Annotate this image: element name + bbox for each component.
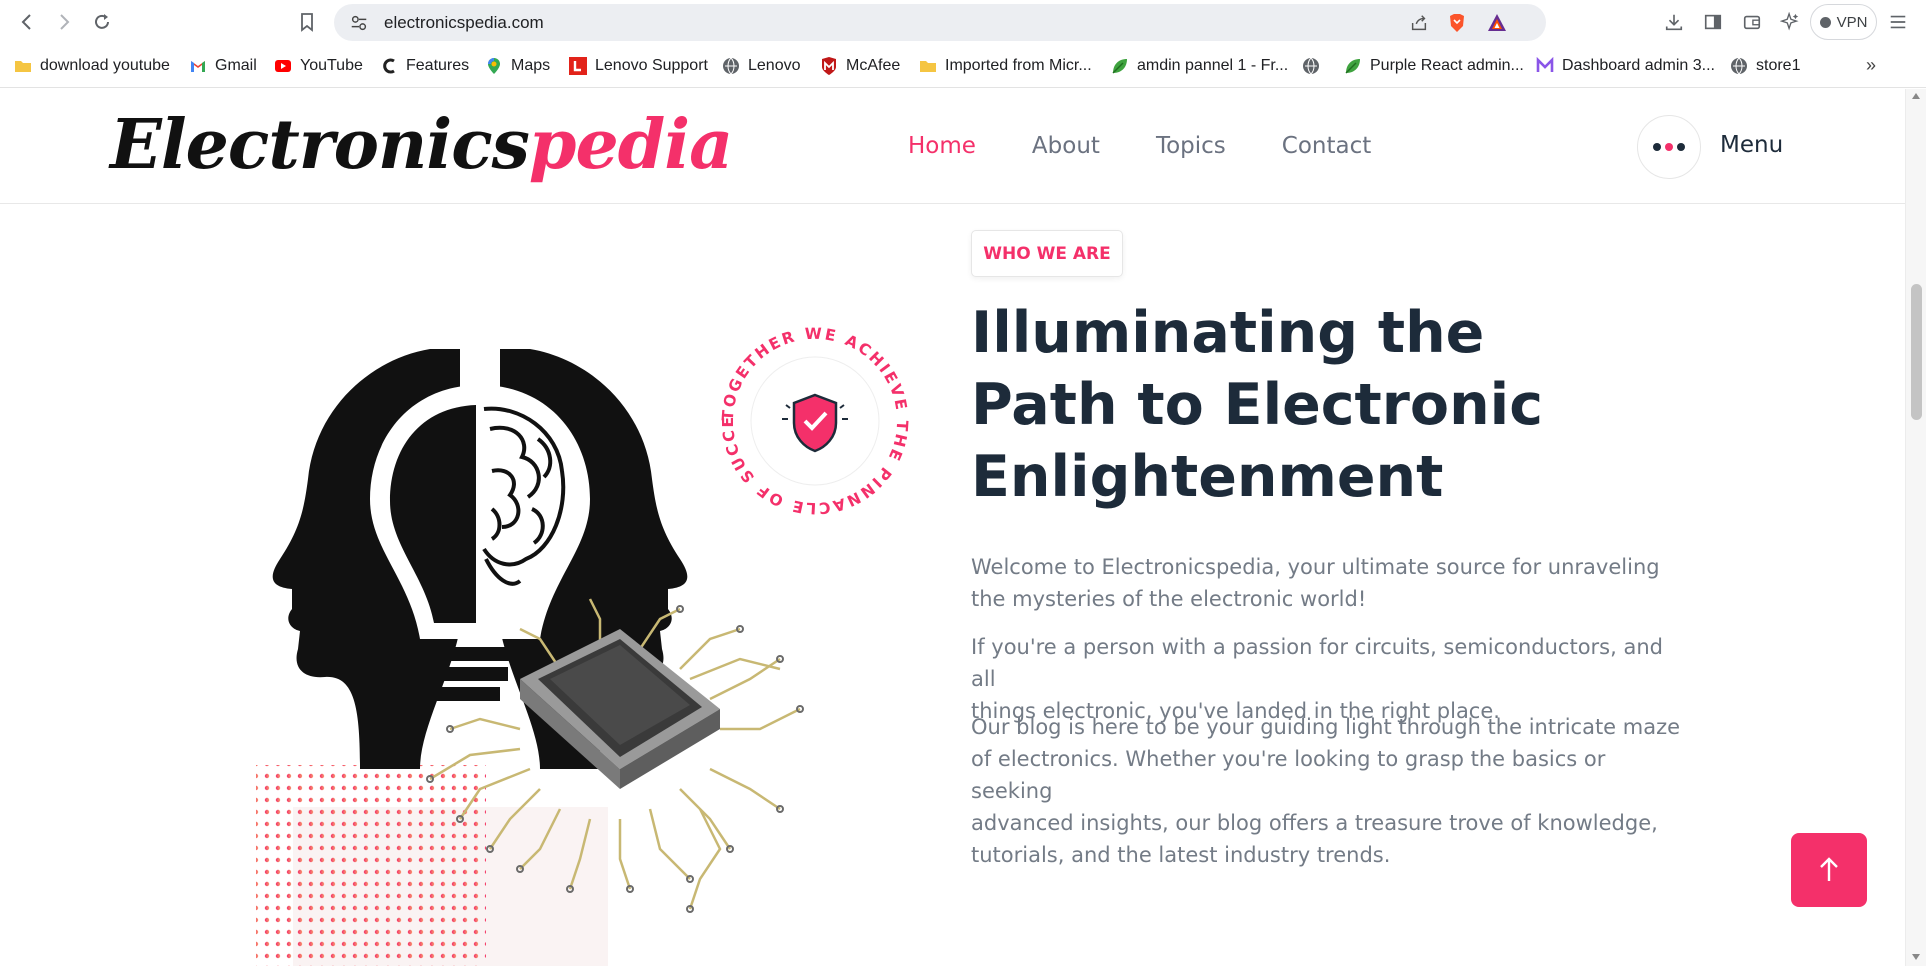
bookmark-item[interactable]: Imported from Micr... (919, 55, 1092, 77)
sidebar-icon[interactable] (1701, 10, 1725, 34)
dot-grid-pattern (256, 765, 486, 966)
globe-icon (1303, 57, 1319, 75)
web-page: Electronicspedia Home About Topics Conta… (0, 89, 1905, 966)
scroll-to-top-button[interactable] (1791, 833, 1867, 907)
who-we-are-badge: WHO WE ARE (971, 230, 1123, 277)
nav-home[interactable]: Home (908, 133, 976, 159)
bookmark-label: Gmail (215, 57, 257, 74)
vpn-status-icon (1819, 16, 1831, 28)
vpn-label: VPN (1836, 13, 1868, 31)
bookmark-label: Lenovo Support (595, 57, 708, 74)
c-logo-icon (383, 58, 395, 74)
intro-paragraph-1: Welcome to Electronicspedia, your ultima… (971, 555, 1660, 611)
scroll-down-icon[interactable] (1912, 954, 1920, 960)
bookmark-label: McAfee (846, 57, 901, 74)
vpn-button[interactable]: VPN (1810, 4, 1877, 40)
brave-shield-icon[interactable] (1446, 12, 1468, 34)
page-scrollbar[interactable] (1905, 89, 1926, 966)
globe-icon (1731, 57, 1747, 75)
site-header: Electronicspedia Home About Topics Conta… (0, 89, 1905, 204)
mcafee-icon (822, 57, 836, 75)
address-bar[interactable]: electronicspedia.com (334, 4, 1546, 41)
main-nav: Home About Topics Contact (908, 133, 1371, 159)
youtube-icon (275, 60, 291, 72)
nav-contact[interactable]: Contact (1282, 133, 1371, 159)
m-logo-icon (1536, 57, 1554, 72)
bookmark-item[interactable]: Lenovo (722, 55, 801, 77)
bookmark-item[interactable]: McAfee (820, 55, 900, 77)
bookmark-label: YouTube (300, 57, 363, 74)
bookmark-item[interactable] (1302, 55, 1320, 77)
site-logo[interactable]: Electronicspedia (110, 99, 733, 191)
arrow-up-icon (1820, 857, 1838, 881)
bookmark-label: download youtube (40, 57, 170, 74)
bookmark-item[interactable]: YouTube (274, 55, 363, 77)
back-icon[interactable] (13, 8, 41, 36)
url-text[interactable]: electronicspedia.com (384, 4, 544, 41)
gmail-icon (191, 61, 205, 72)
bookmark-label: Maps (511, 57, 551, 74)
globe-icon (723, 57, 739, 75)
wallet-icon[interactable] (1740, 10, 1764, 34)
menu-dots-icon (1653, 143, 1661, 151)
scroll-thumb[interactable] (1911, 284, 1922, 420)
bookmark-page-icon[interactable] (293, 8, 321, 36)
bookmark-label: Lenovo (748, 57, 801, 74)
site-settings-icon[interactable] (348, 12, 370, 34)
forward-icon[interactable] (50, 8, 78, 36)
bookmark-label: store1 (1756, 57, 1801, 74)
maps-pin-icon (488, 58, 500, 74)
bookmark-item[interactable]: Maps (485, 55, 550, 77)
menu-button[interactable] (1637, 115, 1701, 179)
leo-ai-icon[interactable] (1778, 10, 1802, 34)
bookmark-item[interactable]: Dashboard admin 3... (1536, 55, 1715, 77)
leaf-icon (1112, 59, 1127, 74)
bookmark-item[interactable]: Features (380, 55, 469, 77)
menu-label[interactable]: Menu (1720, 132, 1783, 158)
bookmark-label: amdin pannel 1 - Fr... (1137, 57, 1289, 74)
hamburger-menu-icon[interactable] (1886, 10, 1910, 34)
bookmark-label: Dashboard admin 3... (1562, 57, 1715, 74)
hero-illustration: TOGETHER WE ACHIEVE THE PINNACLE OF SUCC… (220, 209, 909, 966)
hero-headline: Illuminating the Path to Electronic Enli… (971, 300, 1543, 510)
share-icon[interactable] (1408, 12, 1430, 34)
bookmark-label: Features (406, 57, 470, 74)
bookmark-item[interactable]: download youtube (14, 55, 170, 77)
scroll-up-icon[interactable] (1912, 93, 1920, 99)
downloads-icon[interactable] (1662, 10, 1686, 34)
lenovo-l-icon (569, 57, 587, 75)
nav-about[interactable]: About (1032, 133, 1100, 159)
bookmark-item[interactable]: Gmail (189, 55, 257, 77)
folder-icon (920, 61, 936, 72)
bookmark-label: Imported from Micr... (945, 57, 1092, 74)
bookmark-item[interactable]: Lenovo Support (569, 55, 708, 77)
intro-paragraph-3: Our blog is here to be your guiding ligh… (971, 715, 1681, 867)
bookmark-item[interactable]: store1 (1730, 55, 1800, 77)
leaf-icon (1345, 59, 1360, 74)
browser-toolbar: electronicspedia.com VPN (0, 0, 1926, 44)
bookmark-label: Purple React admin... (1370, 57, 1524, 74)
bookmark-item[interactable]: Purple React admin... (1344, 55, 1524, 77)
bookmarks-bar: download youtube Gmail YouTube Features … (0, 44, 1926, 88)
folder-icon (15, 61, 31, 72)
more-bookmarks-icon[interactable]: » (1866, 55, 1876, 76)
reload-icon[interactable] (88, 8, 116, 36)
bookmark-item[interactable]: amdin pannel 1 - Fr... (1111, 55, 1288, 77)
brave-rewards-icon[interactable] (1486, 12, 1508, 34)
nav-topics[interactable]: Topics (1156, 133, 1226, 159)
